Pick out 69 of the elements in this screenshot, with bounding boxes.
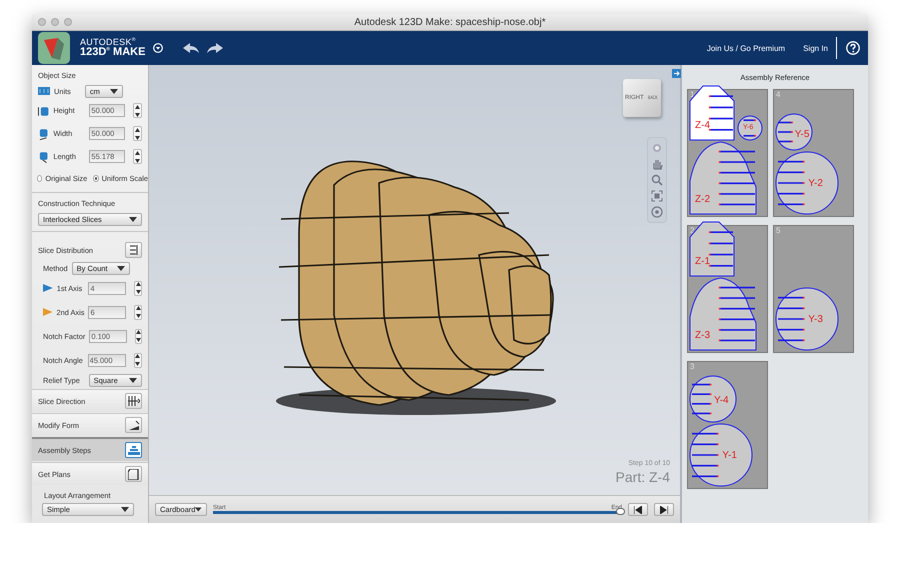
header-link[interactable]: Sign In xyxy=(803,44,828,52)
timeline-handle[interactable] xyxy=(616,508,625,515)
section-button[interactable] xyxy=(125,242,142,258)
redo-icon[interactable] xyxy=(207,43,224,53)
product-name: 123D$^{®}$ MAKE xyxy=(80,47,146,58)
caret-icon xyxy=(110,88,118,94)
spinner-arrows-icon xyxy=(136,330,142,342)
spinner-arrows-icon xyxy=(136,282,141,294)
spinner-arrows-icon xyxy=(135,150,140,162)
part-label: Z-3 xyxy=(695,331,710,341)
expand-arrow-icon[interactable] xyxy=(672,69,681,78)
undo-icon[interactable] xyxy=(183,43,200,53)
help-icon[interactable] xyxy=(846,41,860,55)
spinner-arrows-icon xyxy=(135,128,140,140)
step-number: 3 xyxy=(690,362,694,371)
fit-view-icon[interactable] xyxy=(651,190,663,202)
window-title: Autodesk 123D Make: spaceship-nose.obj* xyxy=(353,16,547,28)
spinner-arrows-icon xyxy=(135,104,140,116)
skip-forward-icon xyxy=(660,506,668,514)
spinner-button[interactable] xyxy=(134,280,142,296)
caret-icon xyxy=(129,216,137,222)
ruler-icon xyxy=(38,87,50,95)
part-label: Z-1 xyxy=(695,257,710,267)
list-icon xyxy=(130,245,138,255)
slice-lines-icon xyxy=(128,396,140,406)
step-number: 1 xyxy=(690,90,694,99)
part-label: Y-5 xyxy=(794,130,810,140)
page-icon xyxy=(128,468,140,480)
caret-icon xyxy=(195,507,202,512)
hand-icon[interactable] xyxy=(651,158,663,170)
spinner-button[interactable] xyxy=(135,328,142,344)
caret-icon xyxy=(116,266,125,270)
skip-back-icon xyxy=(634,506,642,514)
app-logo-icon xyxy=(38,32,70,64)
stacked-bars-icon xyxy=(128,444,140,456)
spinner-button[interactable] xyxy=(133,126,142,141)
part-label: Z-4 xyxy=(695,121,710,131)
part-label: Y-3 xyxy=(808,315,823,326)
caret-icon xyxy=(129,378,137,382)
part-name: Part: Z-4 xyxy=(616,469,670,485)
spinner-button[interactable] xyxy=(133,149,142,164)
part-label: Y-1 xyxy=(722,451,737,462)
brand-name: AUTODESK$^{®}$ xyxy=(80,38,137,47)
triangle-icon xyxy=(43,307,52,317)
spinner-arrows-icon xyxy=(136,306,141,318)
look-icon[interactable] xyxy=(651,206,663,218)
caret-icon xyxy=(121,507,129,512)
dropdown-circle-icon[interactable] xyxy=(153,43,164,53)
step-number: 2 xyxy=(690,226,694,235)
part-label: Y-4 xyxy=(714,396,729,406)
spinner-arrows-icon xyxy=(135,354,140,366)
spinner-button[interactable] xyxy=(133,103,142,118)
triangle-icon xyxy=(43,283,53,293)
step-number: 4 xyxy=(776,90,780,99)
search-icon[interactable] xyxy=(651,174,663,186)
spinner-button[interactable] xyxy=(134,304,142,320)
length-cube-icon xyxy=(38,150,50,162)
height-cube-icon xyxy=(38,104,50,116)
radio-button[interactable] xyxy=(37,174,42,182)
radio-button[interactable] xyxy=(93,174,99,182)
header-link[interactable]: Join Us / Go Premium xyxy=(706,44,786,52)
width-cube-icon xyxy=(38,128,50,140)
previous-step-button[interactable] xyxy=(628,503,648,516)
wedge-icon xyxy=(128,420,140,430)
next-step-button[interactable] xyxy=(654,503,674,516)
spinner-button[interactable] xyxy=(134,352,142,368)
part-label: Z-2 xyxy=(695,195,710,205)
part-label: Y-2 xyxy=(808,179,823,190)
step-number: 5 xyxy=(776,226,780,235)
